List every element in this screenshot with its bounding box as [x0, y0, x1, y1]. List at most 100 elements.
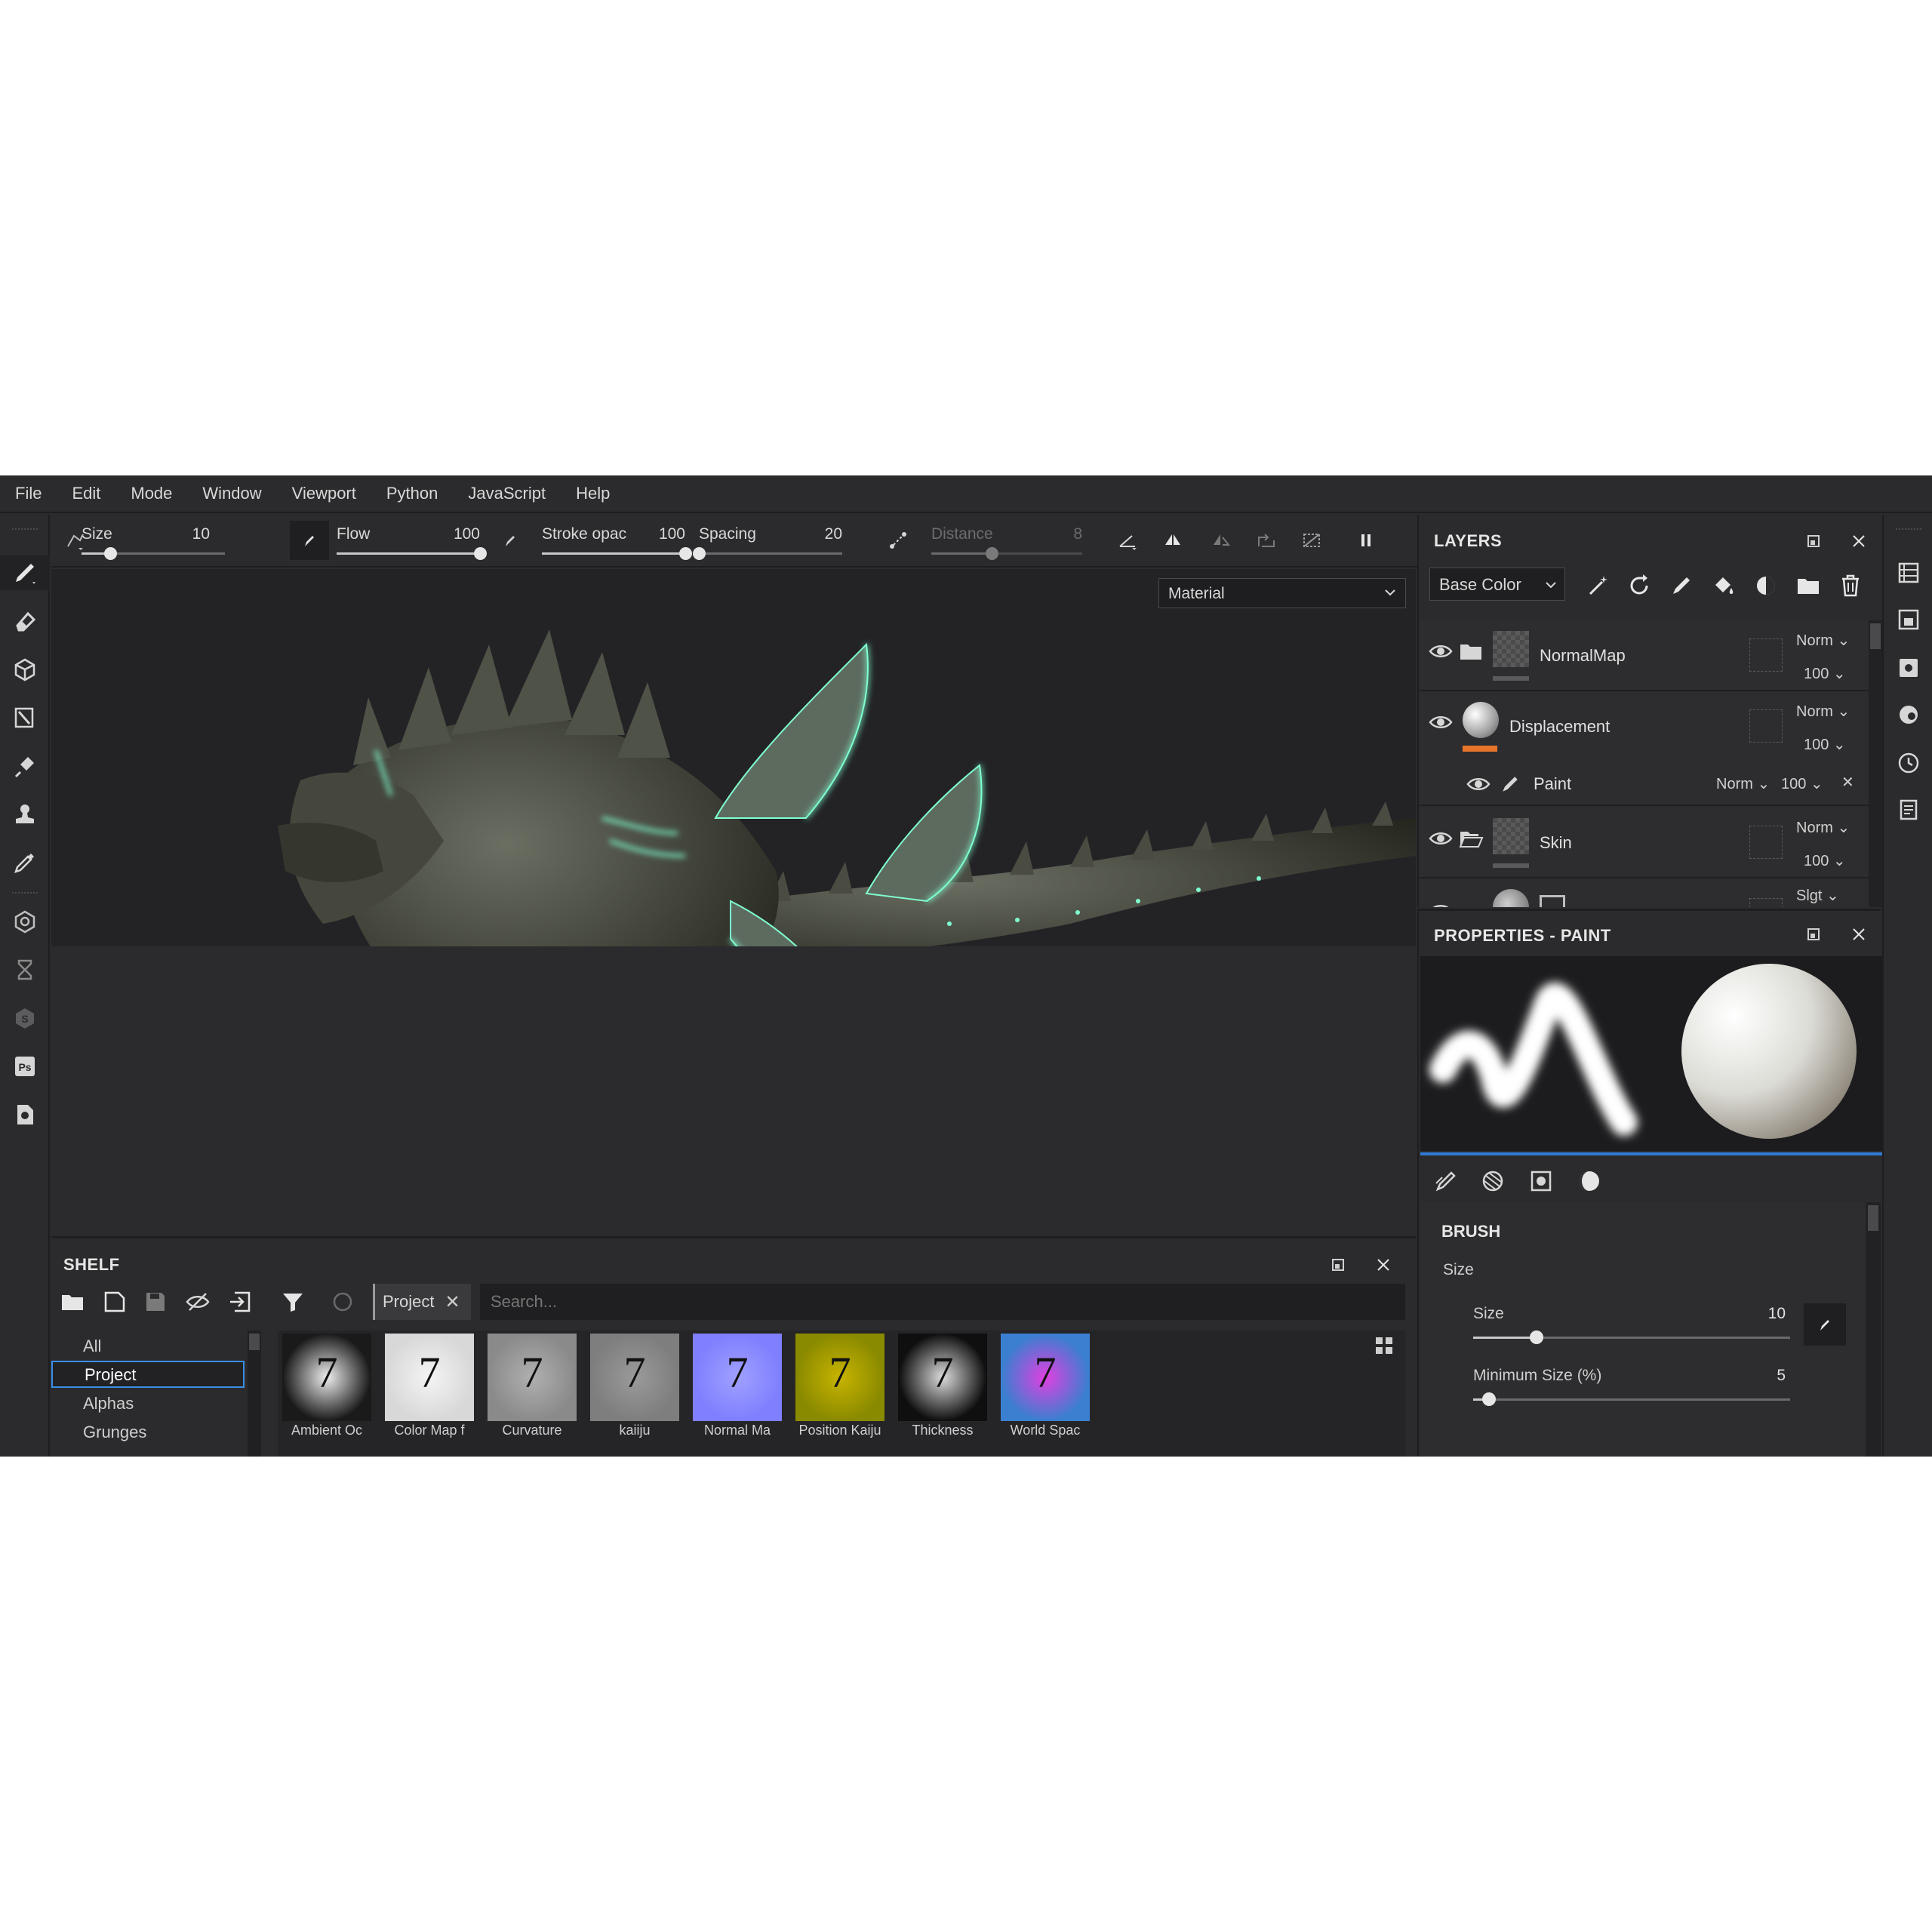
delete-layer-icon[interactable]: [1835, 571, 1866, 601]
stroke-opacity-track[interactable]: [542, 547, 692, 560]
paint-tool-icon[interactable]: [0, 555, 50, 590]
new-item-icon[interactable]: [100, 1287, 130, 1317]
refresh-layer-icon[interactable]: [1624, 571, 1654, 601]
category-scrollbar[interactable]: [248, 1331, 261, 1457]
menu-javascript[interactable]: JavaScript: [468, 484, 546, 503]
properties-scrollbar[interactable]: [1866, 1202, 1881, 1457]
grid-view-icon[interactable]: [1374, 1335, 1395, 1356]
menu-file[interactable]: File: [15, 484, 42, 503]
menu-mode[interactable]: Mode: [131, 484, 172, 503]
eye-icon[interactable]: [1428, 826, 1454, 851]
shelf-item[interactable]: 7 World Spac: [1001, 1334, 1090, 1438]
spacing-slider[interactable]: Spacing 20: [693, 515, 842, 568]
add-paint-layer-icon[interactable]: [1666, 571, 1697, 601]
opacity-select[interactable]: 100 ⌄: [1804, 664, 1846, 683]
distance-track[interactable]: [931, 547, 1082, 560]
blend-mode-select[interactable]: Norm ⌄: [1796, 702, 1850, 721]
remove-layer-icon[interactable]: ✕: [1841, 773, 1854, 792]
hide-selection-icon[interactable]: [1297, 525, 1327, 555]
eye-icon[interactable]: [1428, 709, 1454, 735]
symmetry-icon[interactable]: [1158, 525, 1188, 555]
maximize-icon[interactable]: [1327, 1254, 1349, 1276]
lazy-mouse-icon[interactable]: [883, 525, 913, 555]
category-alphas[interactable]: Alphas: [83, 1394, 134, 1414]
smudge-tool-icon[interactable]: [8, 749, 42, 783]
photoshop-icon[interactable]: Ps: [8, 1049, 42, 1084]
size-slider[interactable]: Size 10: [82, 515, 225, 568]
3d-viewport[interactable]: Material Y Z X: [51, 569, 1416, 946]
category-all[interactable]: All: [83, 1337, 101, 1356]
size-value[interactable]: 10: [192, 525, 210, 543]
eraser-tool-icon[interactable]: [8, 604, 42, 638]
pen-pressure-flow-icon[interactable]: [495, 525, 525, 555]
group-folder-icon[interactable]: [1793, 571, 1823, 601]
blend-mode-select[interactable]: Norm ⌄: [1796, 818, 1850, 837]
settings-dock-icon[interactable]: [1894, 654, 1923, 682]
menu-window[interactable]: Window: [202, 484, 261, 503]
minimum-size-track[interactable]: [1473, 1392, 1790, 1406]
layer-row-normalmap[interactable]: NormalMap Norm ⌄ 100 ⌄: [1419, 620, 1869, 691]
shelf-item[interactable]: 7 kaiiju: [590, 1334, 679, 1438]
stroke-opacity-value[interactable]: 100: [659, 525, 685, 543]
adjustment-layer-icon[interactable]: [1751, 571, 1781, 601]
filter-chip-project[interactable]: Project ✕: [373, 1284, 471, 1320]
shelf-item[interactable]: 7 Thickness: [898, 1334, 987, 1438]
shelf-item[interactable]: 7 Curvature: [488, 1334, 577, 1438]
eye-icon[interactable]: [1428, 638, 1454, 664]
tab-stencil-icon[interactable]: [1476, 1164, 1509, 1198]
history-dock-icon[interactable]: [1894, 749, 1923, 777]
brush-size-slider[interactable]: Size 10: [1473, 1305, 1790, 1350]
minimum-size-value[interactable]: 5: [1777, 1367, 1786, 1385]
viewport-mode-select[interactable]: Material: [1158, 578, 1406, 608]
layer-row-displacement[interactable]: Displacement Norm ⌄ 100 ⌄: [1419, 691, 1869, 762]
refresh-icon[interactable]: [328, 1287, 358, 1317]
polygon-fill-tool-icon[interactable]: [8, 700, 42, 735]
maximize-icon[interactable]: [1802, 923, 1825, 946]
layers-dock-icon[interactable]: [1894, 558, 1923, 587]
category-project[interactable]: Project: [51, 1361, 245, 1388]
texture-sets-dock-icon[interactable]: [1894, 605, 1923, 634]
close-icon[interactable]: [1372, 1254, 1395, 1276]
angle-icon[interactable]: [1112, 525, 1143, 555]
eye-icon[interactable]: [1466, 771, 1491, 797]
folder-icon[interactable]: [57, 1287, 88, 1317]
hourglass-tool-icon[interactable]: [8, 952, 42, 987]
material-tool-icon[interactable]: [8, 904, 42, 939]
color-picker-tool-icon[interactable]: [8, 845, 42, 880]
pause-icon[interactable]: [1351, 525, 1381, 555]
projection-tool-icon[interactable]: [8, 652, 42, 687]
size-track[interactable]: [82, 547, 225, 560]
layer-name[interactable]: Displacement: [1509, 717, 1610, 737]
stroke-opacity-slider[interactable]: Stroke opac 100: [542, 515, 692, 568]
magic-wand-icon[interactable]: [1583, 571, 1614, 601]
category-grunges[interactable]: Grunges: [83, 1423, 146, 1442]
spacing-track[interactable]: [693, 547, 842, 560]
eye-icon[interactable]: [1428, 898, 1454, 907]
brush-size-value[interactable]: 10: [1768, 1305, 1786, 1323]
layer-row-paint[interactable]: Paint Norm ⌄ 100 ⌄ ✕: [1419, 762, 1869, 806]
pen-pressure-size-button[interactable]: [290, 521, 329, 560]
layer-name[interactable]: Paint: [1534, 774, 1571, 794]
layer-mask-slot[interactable]: [1749, 638, 1783, 672]
hide-icon[interactable]: [183, 1287, 213, 1317]
layer-row-partial[interactable]: Slgt ⌄: [1419, 878, 1869, 907]
tab-alpha-icon[interactable]: [1524, 1164, 1558, 1198]
layer-mask-slot[interactable]: [1749, 826, 1783, 859]
import-icon[interactable]: [225, 1287, 255, 1317]
mirror-icon[interactable]: [1206, 525, 1236, 555]
display-settings-dock-icon[interactable]: [1894, 700, 1923, 729]
dock-grip[interactable]: [1896, 528, 1921, 531]
menu-help[interactable]: Help: [576, 484, 610, 503]
distance-slider[interactable]: Distance 8: [931, 515, 1082, 568]
layer-name[interactable]: NormalMap: [1540, 646, 1626, 666]
toolbar-grip[interactable]: [12, 528, 38, 531]
layers-scrollbar[interactable]: [1869, 620, 1882, 907]
menu-python[interactable]: Python: [386, 484, 438, 503]
save-icon[interactable]: [140, 1287, 171, 1317]
distance-value[interactable]: 8: [1073, 525, 1082, 543]
flow-value[interactable]: 100: [454, 525, 480, 543]
tab-brush-icon[interactable]: [1429, 1164, 1463, 1198]
flow-track[interactable]: [337, 547, 487, 560]
shelf-item[interactable]: 7 Position Kaiju: [795, 1334, 884, 1438]
substance-tool-icon[interactable]: S: [8, 1001, 42, 1035]
